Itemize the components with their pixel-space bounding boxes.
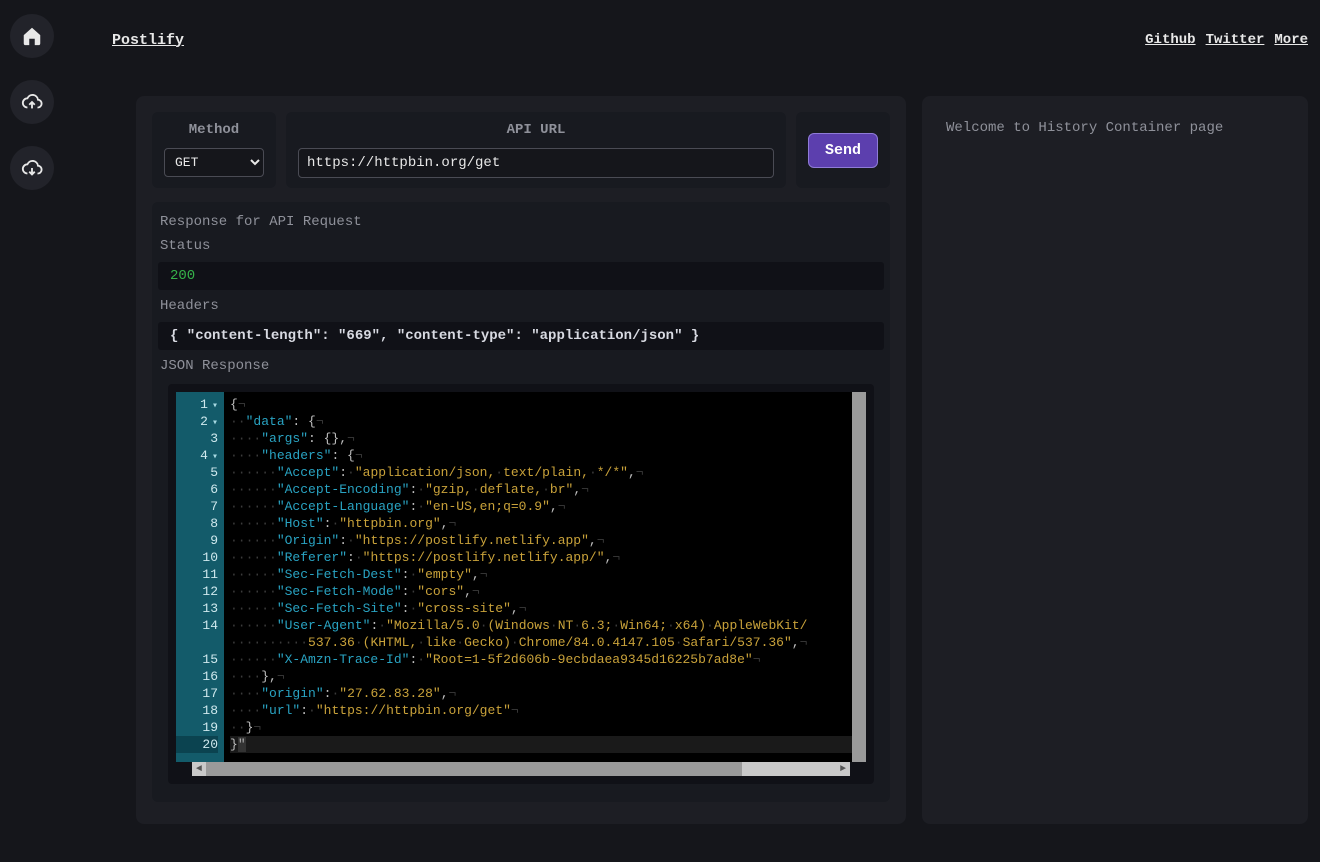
editor-code[interactable]: {¬··"data": {¬····"args": {},¬····"heade…	[224, 392, 866, 762]
history-welcome: Welcome to History Container page	[946, 120, 1284, 136]
status-label: Status	[152, 234, 890, 258]
url-label: API URL	[507, 122, 566, 138]
headers-box: { "content-length": "669", "content-type…	[158, 322, 884, 350]
cloud-up-icon	[21, 91, 43, 113]
response-panel: Response for API Request Status 200 Head…	[152, 202, 890, 802]
method-label: Method	[189, 122, 239, 138]
json-editor[interactable]: 1234567891011121314151617181920 {¬··"dat…	[176, 392, 866, 762]
status-value: 200	[170, 268, 195, 284]
editor-gutter: 1234567891011121314151617181920	[176, 392, 224, 762]
json-label: JSON Response	[152, 354, 890, 378]
topbar: Postlify Github Twitter More	[64, 0, 1320, 80]
status-box: 200	[158, 262, 884, 290]
nav-upload[interactable]	[10, 80, 54, 124]
send-wrap: Send	[796, 112, 890, 188]
headers-value: { "content-length": "669", "content-type…	[170, 328, 699, 344]
nav-github[interactable]: Github	[1145, 32, 1195, 48]
scroll-right-arrow[interactable]: ►	[836, 762, 850, 776]
method-select[interactable]: GET	[164, 148, 264, 177]
sidebar	[0, 0, 64, 665]
horizontal-scrollbar[interactable]: ◄ ►	[192, 762, 850, 776]
scroll-left-arrow[interactable]: ◄	[192, 762, 206, 776]
nav-more[interactable]: More	[1274, 32, 1308, 48]
send-button[interactable]: Send	[808, 133, 878, 168]
home-icon	[21, 25, 43, 47]
nav-home[interactable]	[10, 14, 54, 58]
method-chip: Method GET	[152, 112, 276, 188]
url-chip: API URL	[286, 112, 786, 188]
nav-links: Github Twitter More	[1145, 32, 1308, 48]
nav-twitter[interactable]: Twitter	[1206, 32, 1265, 48]
url-input[interactable]	[298, 148, 774, 178]
vertical-scrollbar[interactable]	[852, 392, 866, 762]
history-card: Welcome to History Container page	[922, 96, 1308, 824]
request-response-card: Method GET API URL Send Response for API…	[136, 96, 906, 824]
response-title: Response for API Request	[152, 210, 890, 234]
workspace: Method GET API URL Send Response for API…	[136, 96, 1308, 824]
request-row: Method GET API URL Send	[152, 112, 890, 188]
headers-label: Headers	[152, 294, 890, 318]
brand-link[interactable]: Postlify	[112, 32, 184, 49]
cloud-down-icon	[21, 157, 43, 179]
editor-wrap: 1234567891011121314151617181920 {¬··"dat…	[168, 384, 874, 784]
nav-download[interactable]	[10, 146, 54, 190]
